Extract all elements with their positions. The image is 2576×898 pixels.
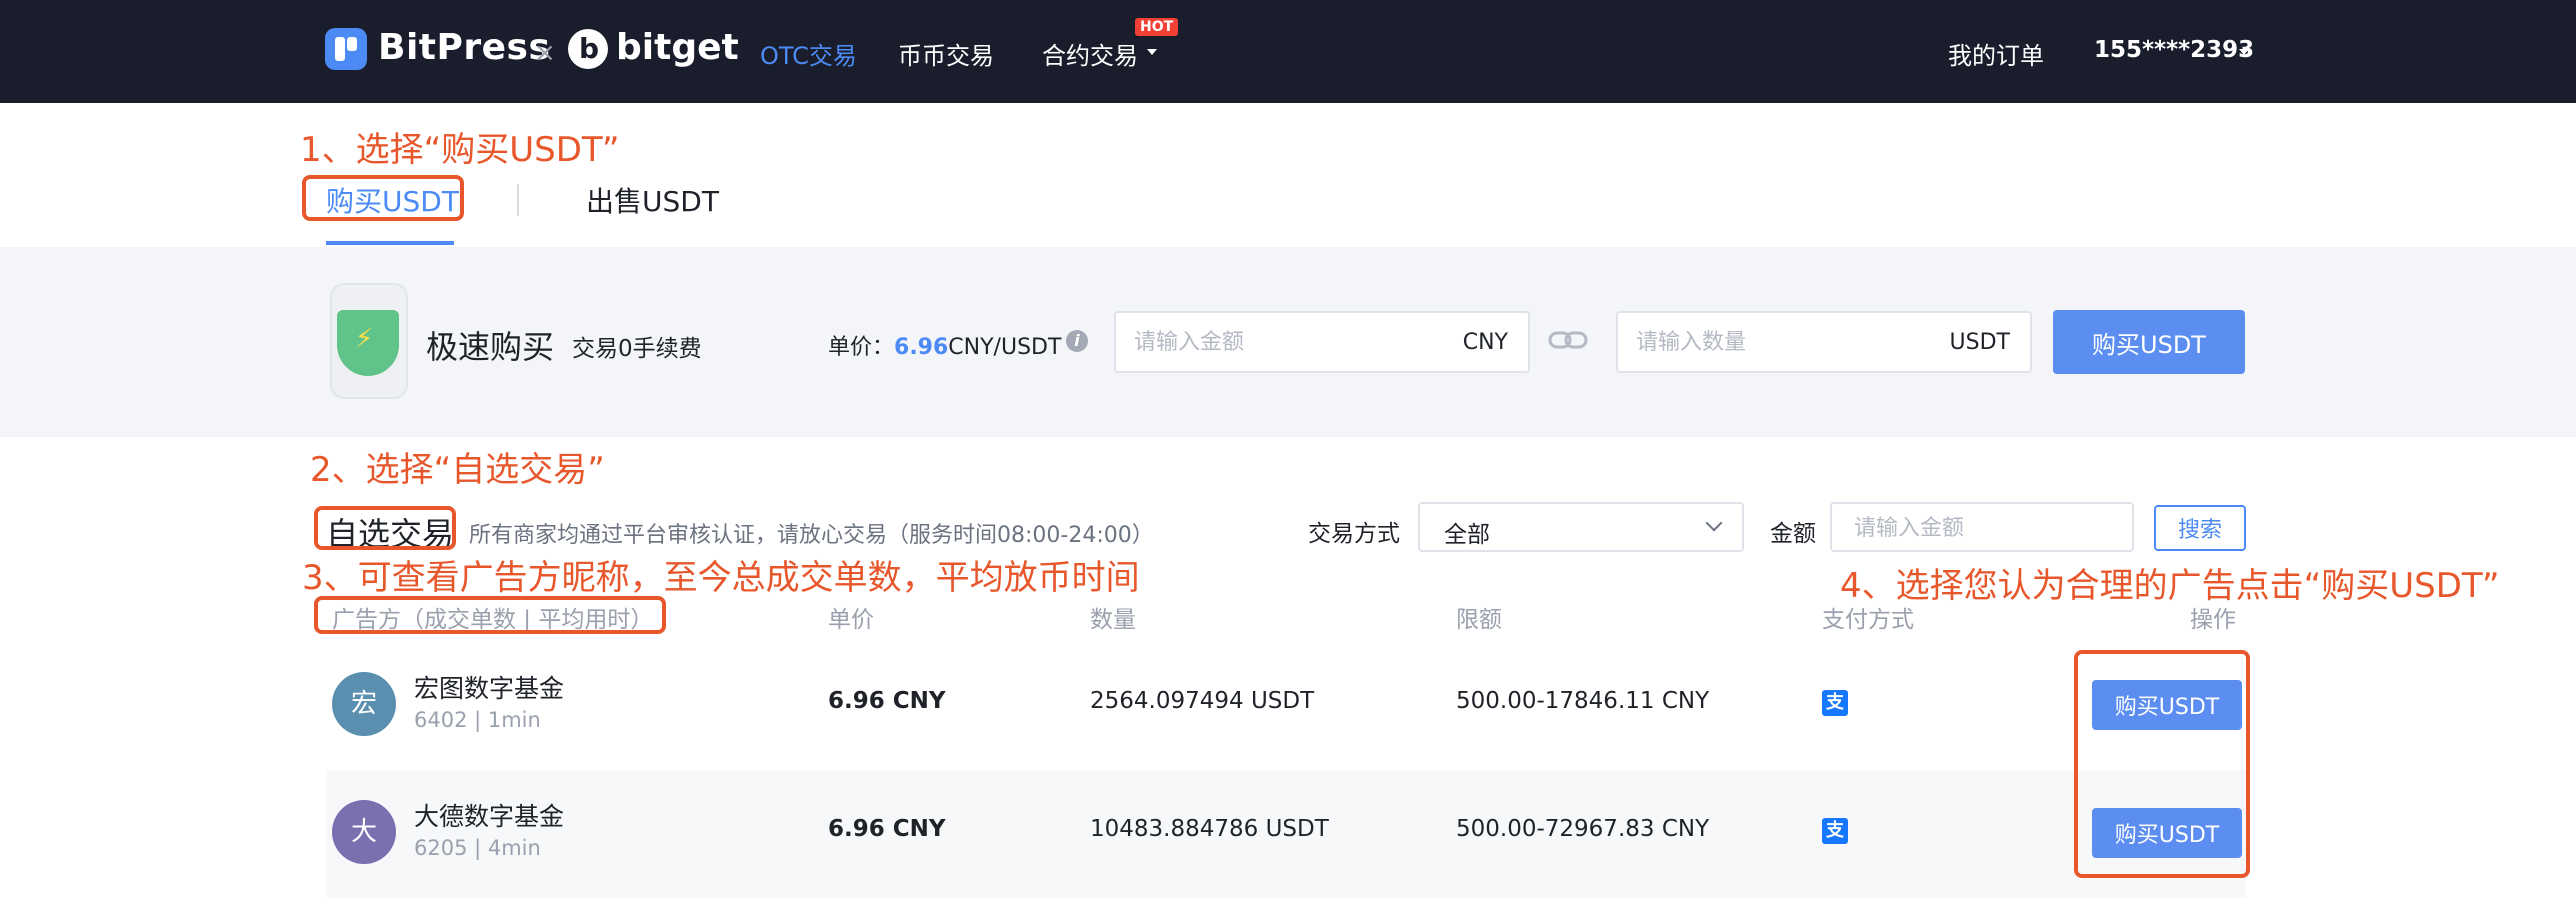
- quick-quantity-field[interactable]: USDT: [1616, 311, 2032, 373]
- row-limit: 500.00-17846.11 CNY: [1456, 688, 1710, 714]
- search-button[interactable]: 搜索: [2154, 505, 2246, 551]
- header-limit: 限额: [1456, 607, 1502, 633]
- quick-amount-field[interactable]: CNY: [1114, 311, 1530, 373]
- contract-caret-icon[interactable]: [1147, 49, 1157, 55]
- brand-separator: ×: [534, 38, 556, 68]
- table-row: 宏 宏图数字基金 6402 | 1min 6.96 CNY 2564.09749…: [326, 642, 2246, 770]
- link-icon: [1548, 331, 1588, 349]
- alipay-icon: 支: [1822, 690, 1848, 716]
- table-row: 大 大德数字基金 6205 | 4min 6.96 CNY 10483.8847…: [326, 770, 2246, 898]
- nav-otc[interactable]: OTC交易: [760, 36, 857, 71]
- quick-quantity-unit: USDT: [1949, 330, 2010, 355]
- merchant-name[interactable]: 宏图数字基金: [414, 669, 564, 705]
- merchant-name[interactable]: 大德数字基金: [414, 797, 564, 833]
- nav-my-orders[interactable]: 我的订单: [1948, 36, 2044, 71]
- amount-filter-field[interactable]: [1830, 502, 2134, 552]
- shield-icon: [337, 310, 399, 376]
- header-payment: 支付方式: [1822, 607, 1914, 633]
- unit-price-value: 6.96: [894, 335, 949, 360]
- annotation-step4: 4、选择您认为合理的广告点击“购买USDT”: [1840, 566, 2500, 606]
- tab-active-underline: [326, 241, 454, 245]
- self-select-description: 所有商家均通过平台审核认证，请放心交易（服务时间08:00-24:00）: [469, 523, 1154, 548]
- account-caret-icon[interactable]: [2239, 49, 2249, 55]
- amount-filter-input[interactable]: [1854, 514, 2114, 542]
- merchant-stats: 6402 | 1min: [414, 708, 541, 732]
- nav-contract[interactable]: 合约交易: [1042, 36, 1138, 71]
- annotation-box-step4: [2074, 650, 2250, 878]
- trade-method-label: 交易方式: [1308, 521, 1400, 547]
- row-price: 6.96 CNY: [828, 688, 946, 714]
- trade-method-select[interactable]: 全部: [1418, 502, 1744, 552]
- amount-filter-label: 金额: [1770, 521, 1816, 547]
- tab-sell-usdt[interactable]: 出售USDT: [586, 180, 719, 220]
- quick-quantity-input[interactable]: [1636, 327, 1936, 357]
- quick-buy-fee-note: 交易0手续费: [572, 336, 702, 362]
- tab-divider: [517, 184, 519, 216]
- top-nav: BitPress × bitget OTC交易 币币交易 合约交易 HOT 我的…: [0, 0, 2576, 103]
- hot-badge: HOT: [1135, 18, 1179, 36]
- quick-amount-input[interactable]: [1134, 327, 1434, 357]
- alipay-icon: 支: [1822, 818, 1848, 844]
- unit-price-label: 单价：: [828, 335, 895, 360]
- header-quantity: 数量: [1090, 607, 1136, 633]
- unit-price-unit: CNY/USDT: [948, 335, 1062, 360]
- brand-bitget[interactable]: bitget: [616, 27, 739, 68]
- avatar[interactable]: 大: [332, 800, 396, 864]
- quick-buy-title: 极速购买: [426, 328, 555, 366]
- annotation-step1: 1、选择“购买USDT”: [300, 130, 620, 170]
- quick-amount-unit: CNY: [1462, 330, 1508, 355]
- avatar[interactable]: 宏: [332, 672, 396, 736]
- annotation-box-step2: [314, 506, 456, 550]
- row-price: 6.96 CNY: [828, 816, 946, 842]
- bitget-logo-icon[interactable]: [568, 29, 608, 69]
- annotation-box-step3: [314, 596, 666, 634]
- row-quantity: 2564.097494 USDT: [1090, 688, 1315, 714]
- header-price: 单价: [828, 607, 874, 633]
- info-icon[interactable]: i: [1066, 330, 1088, 352]
- annotation-step3: 3、可查看广告方昵称，至今总成交单数，平均放币时间: [302, 558, 1140, 598]
- account-menu[interactable]: 155****2393: [2094, 37, 2254, 63]
- quick-buy-button[interactable]: 购买USDT: [2053, 310, 2245, 374]
- chevron-down-icon: [1705, 514, 1723, 532]
- row-limit: 500.00-72967.83 CNY: [1456, 816, 1710, 842]
- merchant-stats: 6205 | 4min: [414, 836, 541, 860]
- trade-method-value: 全部: [1444, 522, 1490, 548]
- row-quantity: 10483.884786 USDT: [1090, 816, 1329, 842]
- annotation-box-step1: [302, 175, 464, 221]
- bitpress-logo-icon[interactable]: [325, 28, 367, 70]
- brand-bitpress[interactable]: BitPress: [378, 27, 550, 68]
- header-action: 操作: [2190, 607, 2236, 633]
- nav-spot[interactable]: 币币交易: [898, 36, 994, 71]
- unit-price: 单价：6.96CNY/USDT: [828, 329, 1061, 361]
- annotation-step2: 2、选择“自选交易”: [310, 450, 605, 490]
